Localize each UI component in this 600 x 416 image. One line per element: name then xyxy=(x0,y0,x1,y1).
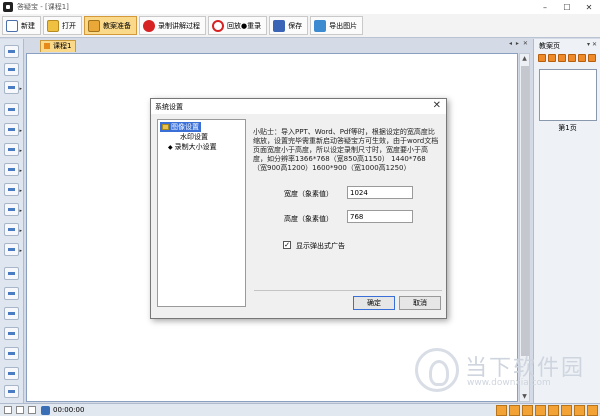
status-tool-icon-5[interactable] xyxy=(548,405,559,416)
folder-open-icon xyxy=(47,19,59,32)
check-mark-icon[interactable]: ▸ xyxy=(4,183,22,196)
stop-icon[interactable] xyxy=(4,406,12,414)
settings-dialog: 系统设置 ✕ 图像设置 水印设置 ◆ 录制大小设置 小贴士：导入PPT、Word、… xyxy=(150,98,447,319)
record-icon xyxy=(143,19,155,32)
tab-nav-controls[interactable]: ◂ ▸ ✕ xyxy=(509,40,529,47)
next-page-icon[interactable] xyxy=(558,54,566,62)
status-tool-icon-6[interactable] xyxy=(561,405,572,416)
new-button[interactable]: 新建 xyxy=(2,16,41,35)
pause-icon[interactable] xyxy=(16,406,24,414)
save-icon xyxy=(273,19,286,32)
status-tool-icon-1[interactable] xyxy=(496,405,507,416)
folder-icon xyxy=(162,124,169,130)
settings-tip: 小贴士：导入PPT、Word、Pdf等时，根据设定的宽高度比缩放，设置完毕需重新… xyxy=(253,128,439,172)
height-label: 高度（象素值） xyxy=(284,215,333,223)
tree-bullet-icon: ◆ xyxy=(168,144,173,151)
tool-strip: ▸ ▸ ▸ ▸ ▸ ▸ ▸ ▸ xyxy=(0,39,24,403)
height-input[interactable] xyxy=(347,210,413,223)
close-icon[interactable]: ✕ xyxy=(578,0,600,14)
eraser-tool-icon[interactable]: ▸ xyxy=(4,243,22,256)
pen-tool-icon[interactable]: ▸ xyxy=(4,163,22,176)
image-tool-icon[interactable] xyxy=(4,367,19,380)
timer-icon xyxy=(41,405,50,415)
status-tool-icon-3[interactable] xyxy=(522,405,533,416)
maximize-icon[interactable]: ☐ xyxy=(556,0,578,14)
page-thumbnail-label: 第1页 xyxy=(558,124,577,132)
title-bar: 答疑宝 - [课程1] – ☐ ✕ xyxy=(0,0,600,14)
page-thumbnail[interactable] xyxy=(539,69,597,121)
first-page-icon[interactable] xyxy=(538,54,546,62)
watermark: 当下软件园 www.downxia.com xyxy=(415,348,595,400)
status-tool-icon-8[interactable] xyxy=(587,405,598,416)
last-page-icon[interactable] xyxy=(568,54,576,62)
more-tool-icon[interactable] xyxy=(4,385,19,398)
watermark-url: www.downxia.com xyxy=(467,378,551,388)
lesson-prep-button[interactable]: 教案准备 xyxy=(84,16,137,35)
status-tool-icon-7[interactable] xyxy=(574,405,585,416)
elapsed-time: 00:00:00 xyxy=(53,406,85,414)
page-tools xyxy=(538,54,598,62)
ppt-import-icon[interactable] xyxy=(4,63,19,76)
text-tool-icon[interactable] xyxy=(4,327,19,340)
watermark-logo-icon xyxy=(415,348,459,392)
window-controls: – ☐ ✕ xyxy=(534,0,600,14)
pages-panel-title: 教案页 xyxy=(539,42,560,50)
arrow-tool-icon[interactable]: ▸ xyxy=(4,223,22,236)
width-label: 宽度（象素值） xyxy=(284,190,333,198)
highlighter-tool-icon[interactable] xyxy=(4,103,19,116)
playback-button[interactable]: 回放●重录 xyxy=(208,16,268,35)
dialog-title: 系统设置 xyxy=(155,103,183,111)
tree-item-record-size-settings[interactable]: ◆ 录制大小设置 xyxy=(168,142,217,152)
popup-ad-label: 显示弹出式广告 xyxy=(296,242,345,250)
window-title: 答疑宝 - [课程1] xyxy=(17,3,69,11)
tree-item-image-settings[interactable]: 图像设置 xyxy=(160,122,201,132)
status-tools xyxy=(494,405,598,416)
grid-tool-icon[interactable] xyxy=(4,347,19,360)
shape-tool-icon[interactable] xyxy=(4,267,19,280)
dialog-body: 图像设置 水印设置 ◆ 录制大小设置 小贴士：导入PPT、Word、Pdf等时，根… xyxy=(151,114,446,318)
add-page-icon[interactable] xyxy=(578,54,586,62)
lesson-prep-icon xyxy=(88,19,100,32)
word-import-icon[interactable]: ▸ xyxy=(4,81,22,94)
main-toolbar: 新建 打开 教案准备 录制讲解过程 回放●重录 保存 导出图片 xyxy=(0,14,600,38)
tab-course-1[interactable]: 课程1 xyxy=(40,40,77,52)
export-image-icon xyxy=(314,19,327,32)
cancel-button[interactable]: 取消 xyxy=(399,296,441,310)
status-tool-icon-4[interactable] xyxy=(535,405,546,416)
ok-button[interactable]: 确定 xyxy=(353,296,395,310)
line-tool-icon[interactable]: ▸ xyxy=(4,203,22,216)
rect-tool-icon[interactable] xyxy=(4,287,19,300)
playback-icon xyxy=(212,19,224,32)
delete-page-icon[interactable] xyxy=(588,54,596,62)
settings-tree: 图像设置 水印设置 ◆ 录制大小设置 xyxy=(157,119,246,307)
minimize-icon[interactable]: – xyxy=(534,0,556,14)
ellipse-tool-icon[interactable] xyxy=(4,307,19,320)
scroll-thumb[interactable] xyxy=(521,66,529,356)
width-input[interactable] xyxy=(347,186,413,199)
status-tool-icon-2[interactable] xyxy=(509,405,520,416)
new-doc-icon xyxy=(6,19,18,32)
prev-page-icon[interactable] xyxy=(548,54,556,62)
select-tool-icon[interactable] xyxy=(4,45,19,58)
dialog-close-icon[interactable]: ✕ xyxy=(433,100,441,111)
tree-item-watermark-settings[interactable]: 水印设置 xyxy=(180,132,208,142)
frame-icon[interactable] xyxy=(28,406,36,414)
scroll-up-icon[interactable]: ▲ xyxy=(520,55,529,62)
export-image-button[interactable]: 导出图片 xyxy=(310,16,364,35)
status-bar: 00:00:00 xyxy=(0,403,600,416)
dialog-divider xyxy=(254,290,442,291)
record-button[interactable]: 录制讲解过程 xyxy=(139,16,206,35)
marker-tool-icon[interactable]: ▸ xyxy=(4,143,22,156)
pin-icon[interactable]: ▾ ✕ xyxy=(587,41,597,48)
app-logo-icon xyxy=(3,2,13,12)
fill-tool-icon[interactable]: ▸ xyxy=(4,123,22,136)
save-button[interactable]: 保存 xyxy=(269,16,309,35)
popup-ad-checkbox[interactable]: ✓ xyxy=(283,241,291,249)
open-button[interactable]: 打开 xyxy=(43,16,82,35)
